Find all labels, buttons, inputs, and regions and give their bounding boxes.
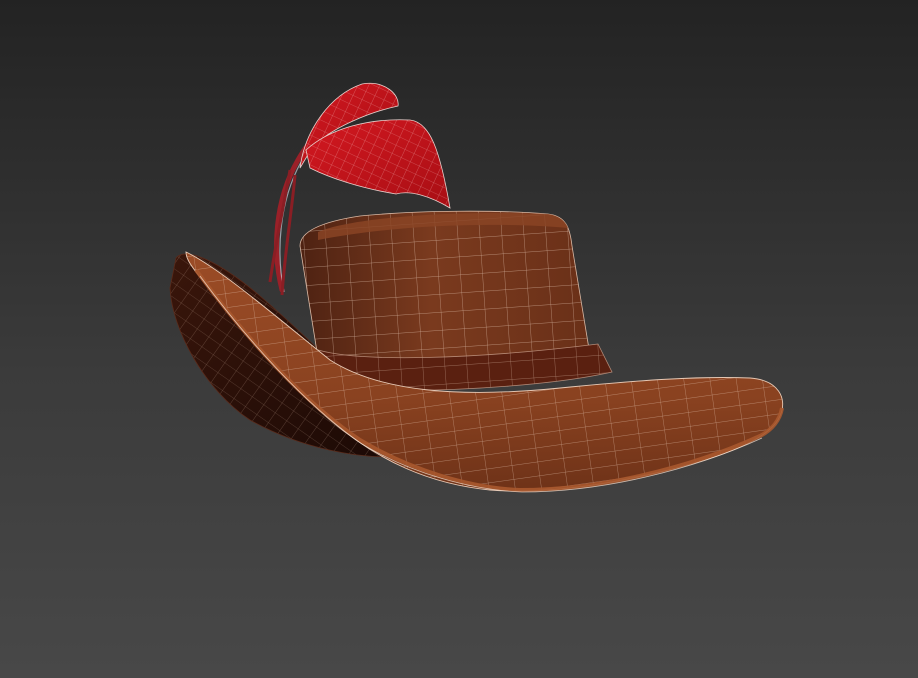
viewport-canvas[interactable] [0,0,918,678]
3d-viewport[interactable] [0,0,918,678]
